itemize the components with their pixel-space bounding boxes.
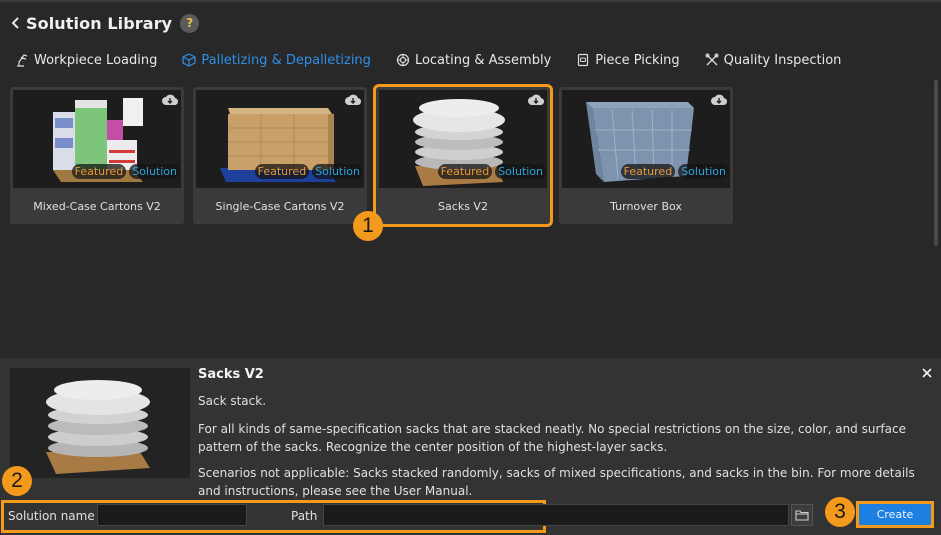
tab-label: Quality Inspection bbox=[723, 52, 842, 68]
window-top-border bbox=[0, 0, 941, 2]
tab-piece-picking[interactable]: Piece Picking bbox=[575, 52, 680, 68]
solution-short-description: Sack stack. bbox=[198, 394, 267, 408]
tab-workpiece-loading[interactable]: Workpiece Loading bbox=[14, 52, 157, 68]
close-icon[interactable] bbox=[920, 366, 934, 380]
browse-folder-button[interactable] bbox=[791, 504, 813, 526]
download-icon[interactable] bbox=[345, 93, 361, 107]
package-icon bbox=[575, 52, 591, 68]
path-label: Path bbox=[291, 509, 318, 523]
solution-badge: Solution bbox=[312, 164, 363, 179]
step-marker-2: 2 bbox=[2, 466, 32, 496]
gear-target-icon bbox=[395, 52, 411, 68]
tab-quality-inspection[interactable]: Quality Inspection bbox=[704, 52, 842, 68]
card-badges: Featured Solution bbox=[437, 164, 546, 179]
tab-palletizing-depalletizing[interactable]: Palletizing & Depalletizing bbox=[181, 52, 371, 68]
header: Solution Library ? bbox=[8, 10, 200, 36]
tab-label: Locating & Assembly bbox=[414, 52, 552, 68]
help-icon[interactable]: ? bbox=[180, 13, 200, 33]
create-button[interactable]: Create bbox=[856, 501, 934, 528]
back-button[interactable] bbox=[8, 13, 22, 33]
solution-details-panel: Sacks V2 Sack stack. For all kinds of sa… bbox=[0, 358, 941, 535]
tab-locating-assembly[interactable]: Locating & Assembly bbox=[395, 52, 551, 68]
solution-preview-image bbox=[10, 368, 190, 478]
page-title: Solution Library bbox=[26, 13, 173, 33]
solution-not-applicable-note: Scenarios not applicable: Sacks stacked … bbox=[198, 466, 915, 498]
solution-title: Sacks V2 bbox=[198, 367, 264, 382]
featured-badge: Featured bbox=[620, 164, 676, 179]
card-badges: Featured Solution bbox=[71, 164, 180, 179]
solution-cards: Featured Solution Mixed-Case Cartons V2 … bbox=[10, 84, 742, 227]
card-name: Turnover Box bbox=[610, 199, 682, 213]
robot-arm-icon bbox=[14, 52, 30, 68]
step-marker-1: 1 bbox=[353, 211, 383, 241]
featured-badge: Featured bbox=[254, 164, 310, 179]
chevron-left-icon bbox=[11, 17, 19, 29]
featured-badge: Featured bbox=[71, 164, 127, 179]
folder-icon bbox=[795, 510, 809, 521]
featured-badge: Featured bbox=[437, 164, 493, 179]
solution-name-input[interactable] bbox=[97, 504, 247, 526]
solution-card-single-case-cartons[interactable]: Featured Solution Single-Case Cartons V2 bbox=[193, 87, 367, 224]
category-tabs: Workpiece Loading Palletizing & Depallet… bbox=[14, 49, 865, 71]
scrollbar[interactable] bbox=[934, 80, 938, 246]
card-name: Mixed-Case Cartons V2 bbox=[33, 199, 161, 213]
solution-card-sacks[interactable]: Featured Solution Sacks V2 bbox=[373, 84, 553, 227]
card-name: Single-Case Cartons V2 bbox=[215, 199, 345, 213]
tab-label: Workpiece Loading bbox=[34, 52, 158, 68]
solution-badge: Solution bbox=[129, 164, 180, 179]
solution-badge: Solution bbox=[495, 164, 546, 179]
box-icon bbox=[181, 52, 197, 68]
card-badges: Featured Solution bbox=[254, 164, 363, 179]
download-icon[interactable] bbox=[528, 93, 544, 107]
download-icon[interactable] bbox=[711, 93, 727, 107]
step-marker-3: 3 bbox=[825, 497, 855, 527]
download-icon[interactable] bbox=[162, 93, 178, 107]
tools-icon bbox=[704, 52, 720, 68]
tab-label: Palletizing & Depalletizing bbox=[201, 52, 371, 68]
solution-description: For all kinds of same-specification sack… bbox=[198, 422, 906, 454]
solution-name-label: Solution name bbox=[8, 509, 95, 523]
card-name: Sacks V2 bbox=[438, 199, 488, 213]
solution-card-mixed-case-cartons[interactable]: Featured Solution Mixed-Case Cartons V2 bbox=[10, 87, 184, 224]
solution-badge: Solution bbox=[678, 164, 729, 179]
solution-card-turnover-box[interactable]: Featured Solution Turnover Box bbox=[559, 87, 733, 224]
path-input[interactable] bbox=[323, 504, 789, 526]
card-badges: Featured Solution bbox=[620, 164, 729, 179]
tab-label: Piece Picking bbox=[595, 52, 680, 68]
